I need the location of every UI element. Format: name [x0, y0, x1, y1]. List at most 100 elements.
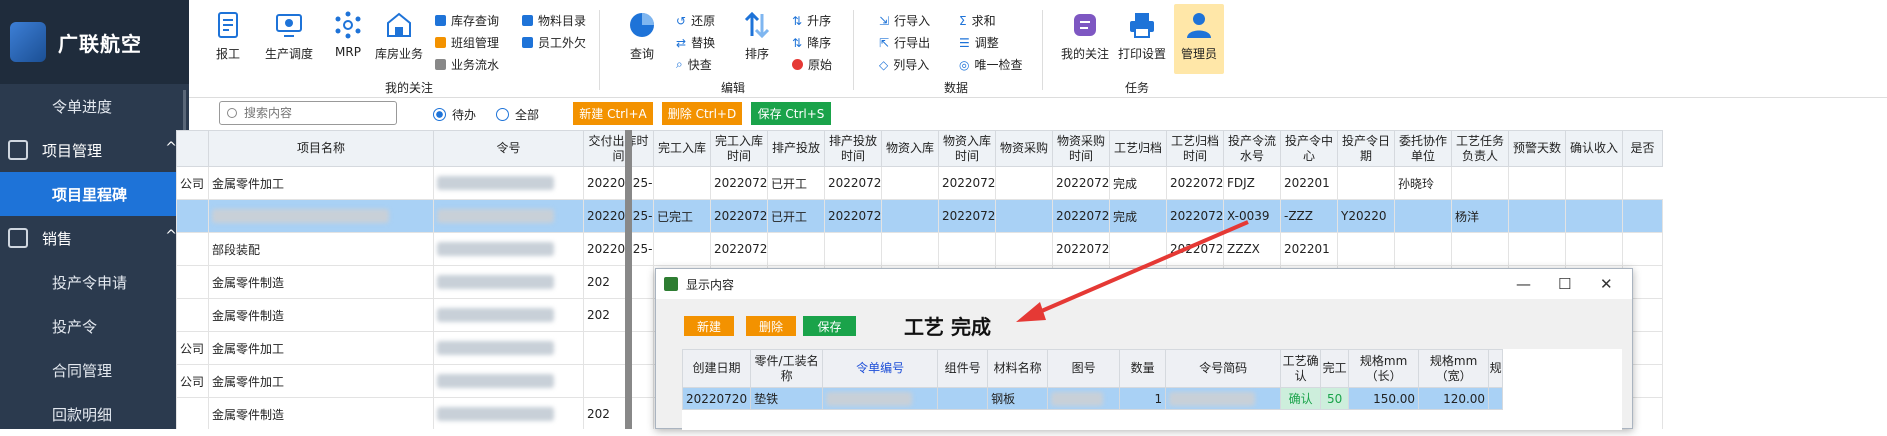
- table-cell[interactable]: [1622, 199, 1663, 233]
- replace-button[interactable]: ⇄ 替换: [676, 34, 715, 51]
- table-cell[interactable]: 20220725-1: [583, 199, 654, 233]
- table-cell[interactable]: 20220725-1: [710, 166, 768, 200]
- table-cell[interactable]: [1451, 166, 1509, 200]
- table-cell[interactable]: 202: [583, 265, 654, 299]
- sidebar-group-3[interactable]: 销售 ^: [0, 216, 189, 260]
- col-import-button[interactable]: ◇ 列导入: [879, 56, 929, 73]
- minimize-icon[interactable]: —: [1516, 275, 1531, 293]
- desc-button[interactable]: ⇅ 降序: [792, 34, 831, 51]
- dialog-column-header[interactable]: 令单编号: [822, 349, 939, 388]
- print-settings-button[interactable]: 打印设置: [1118, 0, 1166, 62]
- table-cell[interactable]: [881, 166, 939, 200]
- column-header[interactable]: 物资采购时间: [1052, 130, 1110, 167]
- table-cell[interactable]: FDJZ: [1223, 166, 1281, 200]
- dialog-column-header[interactable]: 材料名称: [987, 349, 1049, 388]
- table-cell[interactable]: 金属零件加工: [208, 331, 434, 365]
- sidebar-item-5[interactable]: 投产令: [0, 304, 189, 348]
- quick-button[interactable]: ⌕ 快查: [676, 56, 712, 73]
- table-cell[interactable]: 已开工: [767, 199, 825, 233]
- table-cell[interactable]: [433, 331, 584, 365]
- table-cell[interactable]: [1565, 199, 1623, 233]
- table-cell[interactable]: [824, 232, 882, 266]
- dialog-column-header[interactable]: 图号: [1047, 349, 1121, 388]
- table-cell[interactable]: 20220725-1: [710, 199, 768, 233]
- table-cell[interactable]: 202: [583, 397, 654, 429]
- dialog-table-cell[interactable]: 钢板: [987, 387, 1049, 410]
- table-cell[interactable]: 20220725-1: [824, 166, 882, 200]
- table-cell[interactable]: 金属零件加工: [208, 166, 434, 200]
- table-cell[interactable]: [1394, 199, 1452, 233]
- outsource-button[interactable]: 员工外欠: [522, 34, 586, 51]
- dialog-column-header[interactable]: 完工: [1320, 349, 1350, 388]
- sidebar-item-4[interactable]: 投产令申请: [0, 260, 189, 304]
- table-cell[interactable]: 20220725-1: [1052, 166, 1110, 200]
- table-cell[interactable]: 完成: [1109, 199, 1167, 233]
- dialog-table-row[interactable]: 20220720 垫铁 钢板 1 确认 50 150.00 120.00: [682, 387, 1504, 410]
- table-cell[interactable]: 20220725-1: [1052, 199, 1110, 233]
- table-cell[interactable]: [995, 199, 1053, 233]
- table-cell[interactable]: 202201: [1280, 232, 1338, 266]
- dialog-new-button[interactable]: 新建: [684, 316, 734, 336]
- table-cell[interactable]: 20220725-1: [583, 166, 654, 200]
- table-cell[interactable]: [1337, 232, 1395, 266]
- row-export-button[interactable]: ⇱ 行导出: [879, 34, 930, 51]
- table-cell[interactable]: [1508, 232, 1566, 266]
- table-cell[interactable]: 20220725-1: [938, 199, 996, 233]
- table-cell[interactable]: [881, 232, 939, 266]
- dialog-column-header[interactable]: 规格mm（长）: [1348, 349, 1420, 388]
- table-cell[interactable]: [881, 199, 939, 233]
- sidebar-item-2[interactable]: 项目里程碑: [0, 172, 189, 216]
- column-header[interactable]: 预警天数: [1508, 130, 1566, 167]
- table-cell[interactable]: 部段装配: [208, 232, 434, 266]
- delete-button[interactable]: 删除 Ctrl+D: [662, 102, 742, 125]
- table-cell[interactable]: [1337, 166, 1395, 200]
- table-cell[interactable]: [208, 199, 434, 233]
- sidebar-item-0[interactable]: 令单进度: [0, 84, 189, 128]
- table-cell[interactable]: [433, 166, 584, 200]
- dialog-table-cell[interactable]: 50: [1320, 387, 1350, 410]
- stock-query-button[interactable]: 库存查询: [435, 12, 499, 29]
- column-header[interactable]: 排产投放: [767, 130, 825, 167]
- table-cell[interactable]: 已开工: [767, 166, 825, 200]
- table-row[interactable]: 部段装配 20220725-1 20220725-1 20220725-1 202207…: [176, 232, 1663, 266]
- table-cell[interactable]: 20220725-1: [583, 232, 654, 266]
- table-cell[interactable]: 202201: [1280, 166, 1338, 200]
- dialog-table-cell[interactable]: 1: [1119, 387, 1167, 410]
- dialog-table-cell[interactable]: 120.00: [1418, 387, 1490, 410]
- table-cell[interactable]: [1508, 199, 1566, 233]
- radio-all[interactable]: 全部: [496, 106, 539, 123]
- dialog-column-header[interactable]: 规: [1488, 349, 1504, 388]
- table-cell[interactable]: [767, 232, 825, 266]
- close-icon[interactable]: ✕: [1600, 275, 1613, 293]
- table-cell[interactable]: 金属零件制造: [208, 265, 434, 299]
- table-cell[interactable]: Y20220: [1337, 199, 1395, 233]
- asc-button[interactable]: ⇅ 升序: [792, 12, 831, 29]
- table-cell[interactable]: [433, 265, 584, 299]
- dialog-table-cell[interactable]: [1165, 387, 1282, 410]
- column-header[interactable]: 工艺归档时间: [1166, 130, 1224, 167]
- table-cell[interactable]: [1565, 166, 1623, 200]
- dialog-table-cell[interactable]: [1047, 387, 1121, 410]
- table-cell[interactable]: [653, 232, 711, 266]
- column-header[interactable]: 完工入库时间: [710, 130, 768, 167]
- sidebar-group-1[interactable]: 项目管理 ^: [0, 128, 189, 172]
- sum-button[interactable]: Σ 求和: [959, 12, 996, 29]
- table-cell[interactable]: 20220725-1050159: [1166, 232, 1224, 266]
- report-button[interactable]: 报工: [213, 0, 243, 62]
- dialog-table-cell[interactable]: 垫铁: [750, 387, 824, 410]
- column-header[interactable]: 排产投放时间: [824, 130, 882, 167]
- table-cell[interactable]: 20220725-1: [938, 166, 996, 200]
- table-cell[interactable]: 20220725-1: [824, 199, 882, 233]
- table-cell[interactable]: 20220725-1: [710, 232, 768, 266]
- column-header[interactable]: 委托协作单位: [1394, 130, 1452, 167]
- table-cell[interactable]: 金属零件制造: [208, 397, 434, 429]
- table-cell[interactable]: 已完工: [653, 199, 711, 233]
- column-header[interactable]: 项目名称: [208, 130, 434, 167]
- sidebar-item-6[interactable]: 合同管理: [0, 348, 189, 392]
- dialog-column-header[interactable]: 创建日期: [682, 349, 752, 388]
- table-cell[interactable]: 20220725-1: [1166, 199, 1224, 233]
- dialog-delete-button[interactable]: 删除: [746, 316, 796, 336]
- dialog-column-header[interactable]: 组件号: [937, 349, 989, 388]
- dialog-table-cell[interactable]: [1488, 387, 1504, 410]
- table-cell[interactable]: [1451, 232, 1509, 266]
